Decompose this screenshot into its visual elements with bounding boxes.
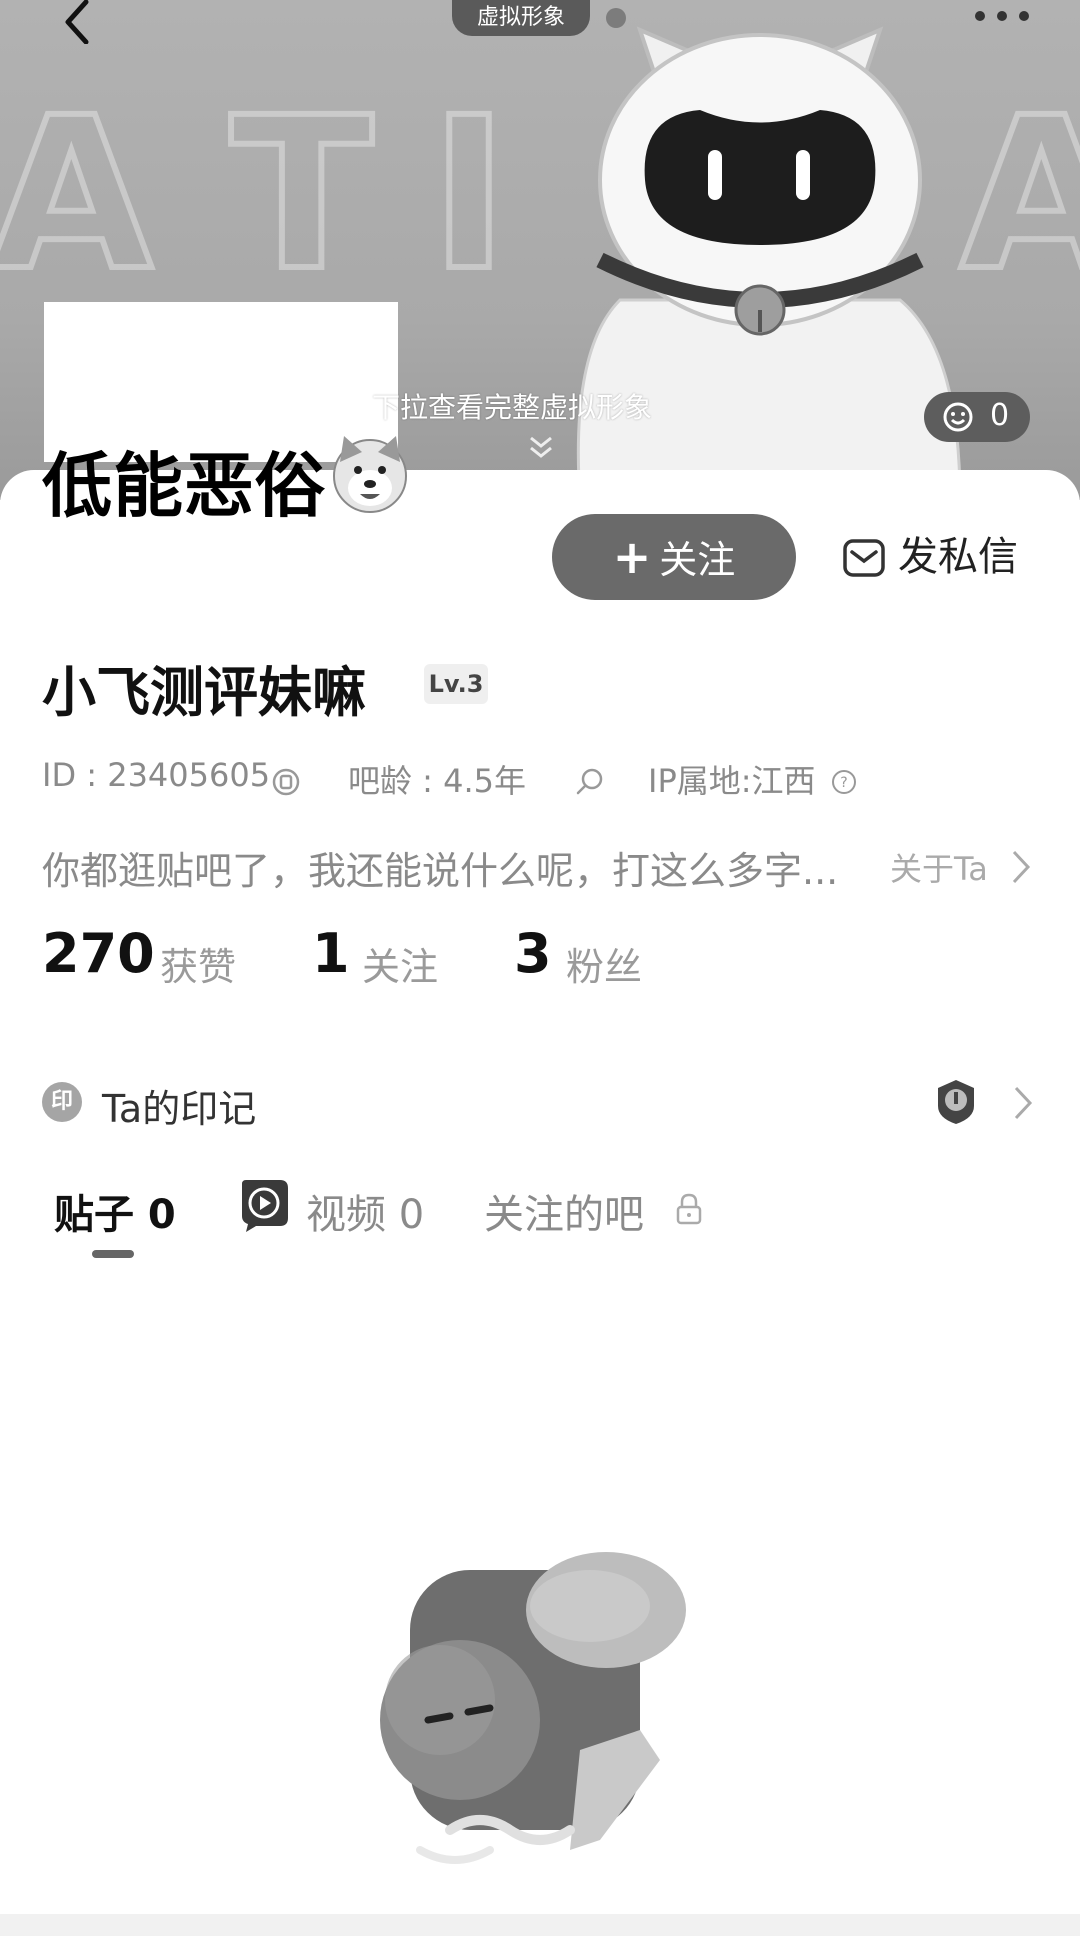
chevron-right-icon[interactable] [1010,848,1032,886]
copy-icon[interactable] [270,766,302,798]
lock-icon [676,1193,702,1225]
virtual-avatar-robot-cat[interactable] [540,20,980,500]
double-chevron-down-icon [530,436,552,458]
envelope-icon [843,539,885,577]
plus-icon: + [612,530,652,584]
bottom-divider [0,1914,1080,1936]
profile-card: + 关注 发私信 小飞测评妹嘛 Lv.3 ID : 23405605 吧龄 : 4… [0,470,1080,1936]
badge-medal-icon [938,1080,974,1124]
level-badge[interactable]: Lv.3 [424,664,488,704]
likes-label: 获赞 [160,945,237,989]
bg-letter-decoration: I [427,72,511,317]
user-bio[interactable]: 你都逛贴吧了，我还能说什么呢，打这么多字... [42,840,838,895]
following-count[interactable]: 1 [312,922,350,985]
seal-icon: 印 [42,1082,82,1122]
emoji-count-value: 0 [990,398,1010,433]
tab-videos[interactable]: 视频 0 [306,1182,424,1240]
forum-age: 吧龄 : 4.5年 [348,762,527,800]
shiba-dog-emoji-icon [333,436,407,513]
followers-count[interactable]: 3 [514,922,552,985]
avatar-banner[interactable]: A T I A 虚拟形象 下拉查看完整虚拟形象 0 [0,0,1080,500]
svg-text:?: ? [840,775,847,791]
tab-posts[interactable]: 贴子 0 [54,1182,176,1240]
user-id: ID : 23405605 [42,756,271,794]
follow-button-label: 关注 [659,538,736,582]
empty-state-illustration [380,1552,686,1864]
more-options-icon[interactable] [972,6,1032,26]
username: 小飞测评妹嘛 [42,661,366,724]
smiley-icon [943,402,973,432]
tab-followed-forums[interactable]: 关注的吧 [484,1182,644,1240]
bg-letter-decoration: A [0,72,156,317]
search-icon[interactable] [574,766,606,798]
likes-count[interactable]: 270 [42,922,155,985]
user-marks-row[interactable]: 印 Ta的印记 [42,1072,1042,1132]
bg-letter-decoration: T [227,72,376,317]
video-play-icon [242,1180,288,1232]
user-marks-label: Ta的印记 [102,1087,257,1131]
back-arrow-icon[interactable] [58,0,98,44]
followers-label: 粉丝 [566,945,643,989]
about-link[interactable]: 关于Ta [890,844,988,890]
nickname-overlay-text: 低能恶俗 [42,445,326,527]
send-message-label: 发私信 [898,534,1018,580]
follow-button[interactable]: + 关注 [552,514,796,600]
ip-location: IP属地:江西 [648,762,816,800]
following-label: 关注 [362,945,439,989]
active-tab-indicator [92,1250,134,1258]
help-question-icon[interactable]: ? [830,768,858,796]
pull-down-hint[interactable]: 下拉查看完整虚拟形象 [372,386,652,426]
chevron-right-icon [1014,1086,1033,1120]
emoji-reaction-counter[interactable]: 0 [924,392,1030,442]
